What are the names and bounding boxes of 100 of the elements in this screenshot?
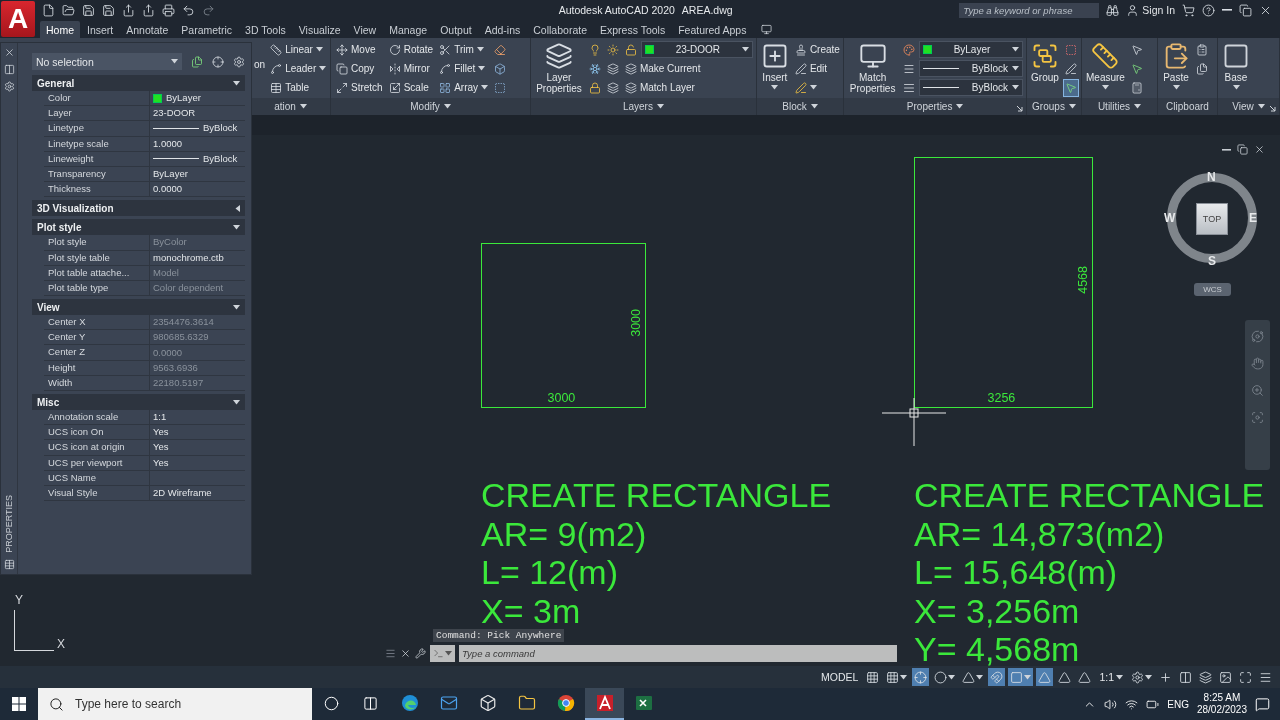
ribbon-large-button[interactable]: Paste [1161, 40, 1191, 97]
ribbon-tab[interactable]: Manage [383, 21, 434, 38]
ribbon-tab[interactable]: Collaborate [527, 21, 593, 38]
ribbon-tab[interactable]: 3D Tools [239, 21, 292, 38]
property-label: Width [44, 375, 150, 390]
language-indicator[interactable]: ENG [1167, 698, 1189, 710]
property-value: 0.0000 [152, 182, 184, 197]
ribbon-tab[interactable]: Insert [81, 21, 120, 38]
drawing-text: CREATE RECTANGLE [914, 476, 1265, 515]
property-label: UCS per viewport [44, 455, 150, 470]
property-value: 980685.6329 [152, 330, 210, 345]
ribbon-tab[interactable]: Express Tools [594, 21, 672, 38]
drawing-text: AR= 9(m2) [481, 514, 648, 553]
dimension-label: 3256 [987, 391, 1016, 405]
ribbon-tool-button[interactable]: Mirror [386, 59, 436, 78]
panel-title-bar[interactable]: Modify [331, 98, 530, 115]
property-label: Linetype scale [44, 136, 150, 151]
ribbon-tab[interactable]: Home [40, 21, 80, 38]
ribbon-tool-button[interactable]: Move [334, 40, 385, 59]
ribbon-tool-button[interactable]: Stretch [334, 78, 385, 97]
panel-title-bar[interactable]: Utilities [1082, 98, 1157, 115]
section-header[interactable]: Plot style [32, 219, 245, 236]
ribbon-tool-button[interactable]: Edit [792, 59, 842, 78]
panel-title-bar[interactable]: Clipboard [1158, 98, 1217, 115]
ribbon-tab[interactable]: Annotate [120, 21, 175, 38]
clock-time: 8:25 AM [1203, 692, 1241, 704]
ribbon-tool-button[interactable]: Table [268, 78, 329, 97]
ribbon-large-button[interactable]: Base [1221, 40, 1251, 97]
ribbon-tool-button[interactable]: Array [437, 78, 491, 97]
command-input[interactable]: Type a command [459, 645, 897, 662]
panel-title-bar[interactable]: Properties [844, 98, 1026, 115]
panel-title-bar[interactable]: ation [251, 98, 330, 115]
file-name: AREA.dwg [681, 4, 733, 16]
status-bar-button[interactable]: MODEL [818, 671, 862, 683]
ribbon-tab[interactable]: Add-ins [478, 21, 527, 38]
taskbar-search-bar[interactable]: Type here to search [38, 688, 312, 720]
property-value: 22180.5197 [152, 375, 205, 390]
search-field[interactable]: Type a keyword or phrase [959, 2, 1100, 18]
section-header[interactable]: General [32, 75, 245, 91]
search-input[interactable]: Type here to search [73, 696, 312, 712]
ribbon-large-button[interactable]: Measure [1085, 40, 1126, 97]
drawing-text: L= 12(m) [481, 553, 619, 592]
property-label: UCS icon at origin [44, 440, 150, 455]
selection-dropdown[interactable]: No selection [32, 53, 182, 70]
property-label: Annotation scale [44, 410, 150, 425]
clock-date: 28/02/2023 [1196, 704, 1247, 716]
ribbon-tool-button[interactable]: Create [792, 40, 842, 59]
ribbon-large-button[interactable]: Group [1030, 40, 1060, 97]
dropdown-field[interactable]: ByBlock [919, 79, 1023, 96]
panel-title-bar[interactable]: Groups [1027, 98, 1081, 115]
ribbon-tab[interactable]: View [347, 21, 383, 38]
panel-title-bar[interactable]: Block [756, 98, 844, 115]
property-value: 2354476.3614 [152, 315, 215, 330]
compass-label: N [1207, 170, 1216, 184]
ribbon-tool-button[interactable]: Make Current [622, 59, 703, 78]
section-header[interactable]: 3D Visualization [32, 200, 245, 217]
ribbon-tool-button[interactable]: Match Layer [622, 78, 697, 97]
ribbon-tool-button[interactable]: Copy [334, 59, 385, 78]
app-logo[interactable]: A [1, 1, 35, 37]
dimension-label: 4568 [1076, 265, 1090, 294]
drawing-text: Y= 4,568m [914, 630, 1081, 669]
sign-in-button[interactable]: Sign In [1126, 3, 1175, 17]
dropdown-field[interactable]: ByLayer [919, 41, 1023, 58]
ribbon-large-button[interactable]: Layer Properties [534, 40, 584, 97]
property-label: Height [44, 360, 150, 375]
section-header[interactable]: Misc [32, 394, 245, 410]
ribbon-large-button[interactable]: Insert [759, 40, 790, 97]
dimension-label: 3000 [629, 308, 643, 337]
property-value: 0.0000 [152, 345, 184, 360]
ribbon-large-button[interactable]: Match Properties [847, 40, 898, 97]
ribbon-tool-button[interactable]: Linear [268, 40, 329, 59]
property-value: Yes [152, 440, 170, 455]
ribbon-tool-button[interactable]: Fillet [437, 59, 491, 78]
viewcube-face[interactable]: TOP [1196, 203, 1228, 235]
property-value: Color dependent [152, 280, 225, 295]
ribbon-tool-button[interactable]: Trim [437, 40, 491, 59]
dropdown-field[interactable]: ByBlock [919, 60, 1023, 77]
property-label: Layer [44, 106, 150, 121]
ribbon-tab[interactable]: Visualize [292, 21, 347, 38]
property-value: ByColor [152, 235, 188, 250]
dimension-label: 3000 [547, 391, 576, 405]
ucs-menu-button[interactable]: WCS [1194, 283, 1231, 296]
ribbon-tool-button[interactable]: Rotate [386, 40, 436, 59]
palette-title: PROPERTIES [4, 495, 14, 553]
drawing-text: X= 3,256m [914, 591, 1081, 630]
drawing-text: CREATE RECTANGLE [481, 476, 832, 515]
dropdown-field[interactable]: 23-DOOR [640, 41, 753, 58]
property-label: Center Y [44, 330, 150, 345]
status-bar-button[interactable]: 1:1 [1096, 671, 1126, 683]
ribbon-tab[interactable]: Parametric [175, 21, 239, 38]
ribbon-tool-button[interactable]: Leader [268, 59, 329, 78]
panel-title-bar[interactable]: View [1218, 98, 1279, 115]
ribbon-tab[interactable]: Featured Apps [672, 21, 753, 38]
window-title: Autodesk AutoCAD 2020 [558, 4, 675, 16]
ribbon-tool-button[interactable]: Scale [386, 78, 436, 97]
property-label: Center X [44, 315, 150, 330]
ribbon-tab[interactable]: Output [434, 21, 478, 38]
section-header[interactable]: View [32, 299, 245, 316]
property-value: 1.0000 [152, 136, 184, 151]
panel-title-bar[interactable]: Layers [531, 98, 756, 115]
